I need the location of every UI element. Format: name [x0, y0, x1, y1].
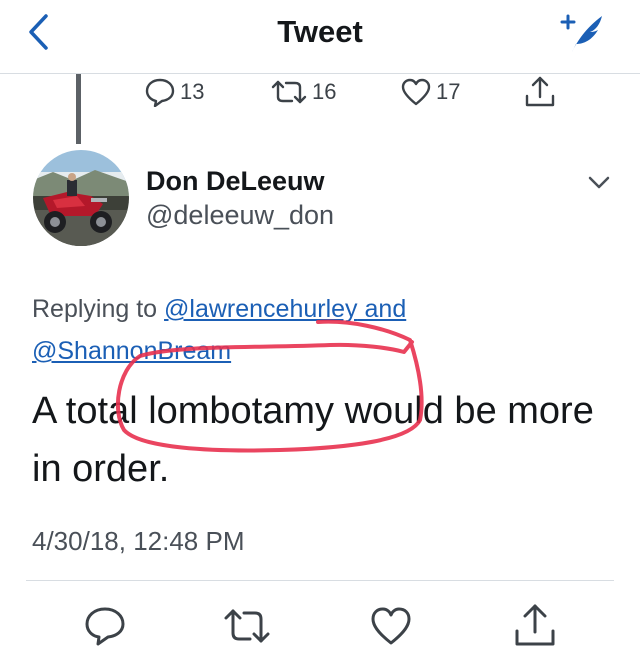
divider — [26, 580, 614, 581]
tweet-timestamp: 4/30/18, 12:48 PM — [32, 526, 245, 556]
parent-tweet-actions: 13 16 17 — [0, 76, 640, 110]
mention-link[interactable]: @ShannonBream — [32, 337, 231, 365]
retweet-icon — [271, 80, 307, 104]
heart-icon — [401, 78, 431, 106]
reply-icon — [85, 607, 125, 646]
share-icon — [525, 76, 555, 107]
author-handle[interactable]: @deleeuw_don — [146, 200, 334, 231]
mention-joiner: and — [357, 295, 407, 323]
parent-like-button[interactable]: 17 — [400, 76, 460, 108]
replying-to-label: Replying to — [32, 295, 165, 323]
author-display-name[interactable]: Don DeLeeuw — [146, 166, 325, 197]
chevron-down-icon — [588, 176, 610, 189]
reply-button[interactable] — [82, 604, 128, 648]
motorcycle-photo-avatar — [33, 150, 129, 246]
tweet-options-button[interactable] — [584, 172, 614, 194]
retweet-count: 16 — [312, 79, 337, 104]
share-icon — [515, 604, 555, 646]
parent-share-button[interactable] — [524, 76, 556, 108]
mention-link[interactable]: @lawrencehurley — [164, 295, 358, 323]
retweet-icon — [224, 609, 270, 643]
nav-bar: Tweet — [0, 0, 640, 74]
compose-feather-icon — [560, 14, 602, 52]
like-count: 17 — [436, 79, 461, 104]
compose-tweet-button[interactable] — [552, 6, 612, 58]
page-title: Tweet — [277, 14, 363, 49]
like-button[interactable] — [368, 604, 414, 648]
tweet-text: A total lombotamy would be more in order… — [32, 390, 594, 490]
parent-reply-button[interactable]: 13 — [144, 76, 204, 108]
replying-to-context: Replying to @lawrencehurley and @ShannonB… — [32, 288, 622, 372]
retweet-button[interactable] — [222, 604, 270, 648]
heart-icon — [371, 607, 411, 645]
avatar[interactable] — [33, 150, 129, 246]
share-button[interactable] — [512, 604, 558, 648]
reply-count: 13 — [180, 79, 205, 104]
parent-retweet-button[interactable]: 16 — [270, 76, 336, 108]
reply-icon — [145, 78, 175, 107]
